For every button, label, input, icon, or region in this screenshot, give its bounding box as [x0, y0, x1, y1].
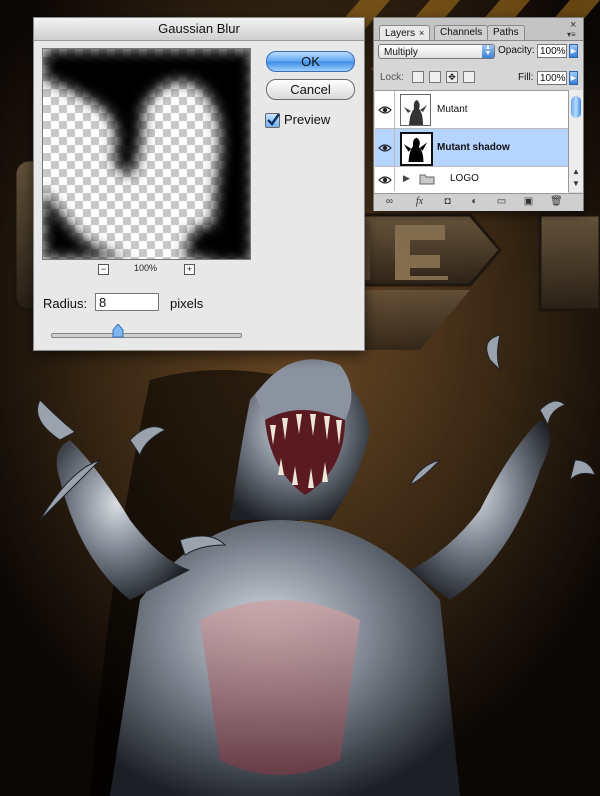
zoom-controls: − 100% + — [96, 263, 196, 277]
folder-icon — [419, 174, 435, 185]
zoom-level: 100% — [134, 263, 158, 273]
close-tab-icon[interactable]: × — [419, 28, 424, 38]
opacity-label: Opacity: — [498, 45, 535, 56]
tab-paths[interactable]: Paths — [487, 25, 525, 40]
lock-label: Lock: — [380, 72, 404, 83]
fill-input[interactable]: 100% — [537, 71, 567, 85]
layer-row-mutant[interactable]: Mutant — [375, 91, 568, 129]
panel-menu-icon[interactable]: ▾≡ — [567, 30, 576, 39]
radius-row: Radius: 8 pixels — [43, 293, 263, 315]
layer-list: Mutant Mutant shadow ▶ LOGO — [375, 90, 568, 193]
radius-slider[interactable] — [51, 333, 242, 338]
visibility-toggle[interactable] — [375, 167, 395, 191]
opacity-input[interactable]: 100% — [537, 44, 567, 58]
scroll-down-icon[interactable]: ▼ — [572, 179, 580, 188]
zoom-out-button[interactable]: − — [98, 264, 109, 275]
layers-panel: Layers × Channels Paths × ▾≡ Multiply ▲ ▼ … — [373, 17, 584, 211]
radius-label: Radius: — [43, 296, 88, 311]
gaussian-blur-dialog: Gaussian Blur − 100% + OK Cancel Preview — [33, 17, 365, 351]
adjustment-icon[interactable]: ◐ — [469, 197, 480, 207]
link-icon[interactable]: ∞ — [384, 197, 395, 207]
checkbox-checked-icon[interactable] — [265, 113, 280, 128]
slider-thumb-icon[interactable] — [112, 324, 124, 338]
expand-triangle-icon[interactable]: ▶ — [403, 173, 410, 184]
layer-thumbnail — [400, 132, 433, 166]
lock-pixels-icon[interactable] — [429, 71, 441, 83]
new-group-icon[interactable]: ▭ — [496, 197, 507, 207]
eye-icon[interactable] — [378, 142, 392, 154]
select-arrows-icon: ▲ ▼ — [482, 44, 494, 58]
fx-icon[interactable]: fx — [414, 197, 425, 207]
layers-scrollbar[interactable]: ▲ ▼ — [568, 90, 583, 192]
blur-preview-image — [43, 49, 250, 259]
fill-label: Fill: — [518, 72, 534, 83]
zoom-in-button[interactable]: + — [184, 264, 195, 275]
layers-panel-footer: ∞ fx ◘ ◐ ▭ ▣ 🗑 — [374, 193, 583, 211]
layer-name: Mutant — [437, 104, 468, 115]
tab-layers[interactable]: Layers × — [379, 25, 431, 40]
mask-icon[interactable]: ◘ — [442, 197, 453, 207]
lock-transparency-icon[interactable] — [412, 71, 424, 83]
layer-name: Mutant shadow — [437, 142, 510, 153]
visibility-toggle[interactable] — [375, 91, 395, 128]
visibility-toggle[interactable] — [375, 129, 395, 166]
blend-mode-select[interactable]: Multiply ▲ ▼ — [378, 44, 495, 59]
layer-row-logo-group[interactable]: ▶ LOGO — [375, 167, 568, 191]
panel-tabs: Layers × Channels Paths × ▾≡ — [374, 18, 583, 41]
eye-icon[interactable] — [378, 104, 392, 116]
eye-icon[interactable] — [378, 174, 392, 186]
scroll-thumb[interactable] — [571, 96, 581, 118]
cancel-button[interactable]: Cancel — [266, 79, 355, 100]
fill-arrow-icon[interactable]: ▶ — [569, 71, 578, 85]
ok-button[interactable]: OK — [266, 51, 355, 72]
radius-input[interactable]: 8 — [95, 293, 159, 311]
lock-all-icon[interactable] — [463, 71, 475, 83]
trash-icon[interactable]: 🗑 — [550, 197, 563, 207]
layer-row-mutant-shadow[interactable]: Mutant shadow — [375, 129, 568, 167]
radius-units: pixels — [170, 296, 204, 311]
new-layer-icon[interactable]: ▣ — [523, 197, 534, 207]
layer-thumbnail — [400, 94, 431, 126]
preview-label: Preview — [284, 112, 331, 127]
blur-preview[interactable] — [42, 48, 251, 260]
lock-position-icon[interactable]: ✥ — [446, 71, 458, 83]
layer-name: LOGO — [450, 173, 479, 184]
dialog-title[interactable]: Gaussian Blur — [34, 18, 364, 41]
opacity-arrow-icon[interactable]: ▶ — [569, 44, 578, 58]
scroll-up-icon[interactable]: ▲ — [572, 167, 580, 176]
tab-channels[interactable]: Channels — [434, 25, 489, 40]
